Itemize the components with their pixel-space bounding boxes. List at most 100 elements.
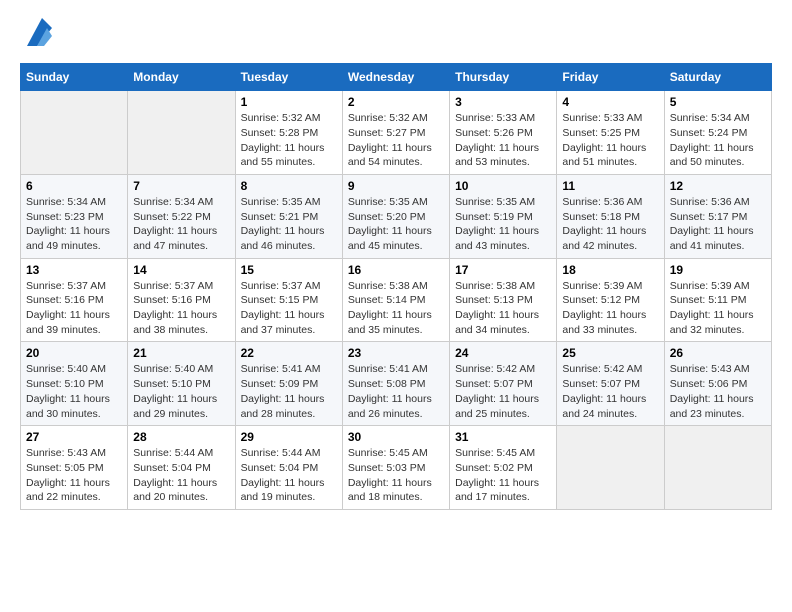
day-info: Sunrise: 5:36 AMSunset: 5:18 PMDaylight:… [562, 195, 658, 254]
day-info: Sunrise: 5:45 AMSunset: 5:02 PMDaylight:… [455, 446, 551, 505]
day-number: 6 [26, 179, 122, 193]
day-cell [557, 426, 664, 510]
calendar-table: SundayMondayTuesdayWednesdayThursdayFrid… [20, 63, 772, 510]
day-number: 5 [670, 95, 766, 109]
day-info: Sunrise: 5:35 AMSunset: 5:19 PMDaylight:… [455, 195, 551, 254]
day-info: Sunrise: 5:38 AMSunset: 5:13 PMDaylight:… [455, 279, 551, 338]
day-info: Sunrise: 5:39 AMSunset: 5:12 PMDaylight:… [562, 279, 658, 338]
day-number: 29 [241, 430, 337, 444]
week-row-3: 20Sunrise: 5:40 AMSunset: 5:10 PMDayligh… [21, 342, 772, 426]
day-info: Sunrise: 5:41 AMSunset: 5:09 PMDaylight:… [241, 362, 337, 421]
day-number: 13 [26, 263, 122, 277]
day-number: 2 [348, 95, 444, 109]
day-info: Sunrise: 5:36 AMSunset: 5:17 PMDaylight:… [670, 195, 766, 254]
day-number: 31 [455, 430, 551, 444]
day-cell: 20Sunrise: 5:40 AMSunset: 5:10 PMDayligh… [21, 342, 128, 426]
day-info: Sunrise: 5:37 AMSunset: 5:16 PMDaylight:… [133, 279, 229, 338]
day-number: 23 [348, 346, 444, 360]
day-info: Sunrise: 5:37 AMSunset: 5:16 PMDaylight:… [26, 279, 122, 338]
day-info: Sunrise: 5:42 AMSunset: 5:07 PMDaylight:… [455, 362, 551, 421]
day-info: Sunrise: 5:44 AMSunset: 5:04 PMDaylight:… [241, 446, 337, 505]
day-info: Sunrise: 5:43 AMSunset: 5:06 PMDaylight:… [670, 362, 766, 421]
day-number: 7 [133, 179, 229, 193]
page-header [20, 20, 772, 53]
day-cell: 18 Sunrise: 5:39 AMSunset: 5:12 PMDayligh… [557, 258, 664, 342]
day-cell [128, 91, 235, 175]
day-number: 27 [26, 430, 122, 444]
day-cell: 8 Sunrise: 5:35 AMSunset: 5:21 PMDaylight… [235, 174, 342, 258]
day-number: 18 [562, 263, 658, 277]
day-cell: 27 Sunrise: 5:43 AMSunset: 5:05 PMDayligh… [21, 426, 128, 510]
day-cell: 3 Sunrise: 5:33 AMSunset: 5:26 PMDaylight… [450, 91, 557, 175]
day-cell: 15Sunrise: 5:37 AMSunset: 5:15 PMDayligh… [235, 258, 342, 342]
header-cell-sunday: Sunday [21, 64, 128, 91]
day-cell: 1 Sunrise: 5:32 AMSunset: 5:28 PMDaylight… [235, 91, 342, 175]
day-info: Sunrise: 5:44 AMSunset: 5:04 PMDaylight:… [133, 446, 229, 505]
day-number: 10 [455, 179, 551, 193]
header-cell-friday: Friday [557, 64, 664, 91]
header-cell-saturday: Saturday [664, 64, 771, 91]
week-row-0: 1 Sunrise: 5:32 AMSunset: 5:28 PMDaylight… [21, 91, 772, 175]
day-info: Sunrise: 5:35 AMSunset: 5:21 PMDaylight:… [241, 195, 337, 254]
day-number: 8 [241, 179, 337, 193]
day-number: 30 [348, 430, 444, 444]
day-cell: 4 Sunrise: 5:33 AMSunset: 5:25 PMDaylight… [557, 91, 664, 175]
day-number: 3 [455, 95, 551, 109]
calendar-header: SundayMondayTuesdayWednesdayThursdayFrid… [21, 64, 772, 91]
day-cell: 2 Sunrise: 5:32 AMSunset: 5:27 PMDaylight… [342, 91, 449, 175]
day-cell: 28 Sunrise: 5:44 AMSunset: 5:04 PMDayligh… [128, 426, 235, 510]
day-number: 14 [133, 263, 229, 277]
day-number: 26 [670, 346, 766, 360]
day-cell: 11 Sunrise: 5:36 AMSunset: 5:18 PMDayligh… [557, 174, 664, 258]
day-cell: 7Sunrise: 5:34 AMSunset: 5:22 PMDaylight… [128, 174, 235, 258]
day-number: 1 [241, 95, 337, 109]
day-info: Sunrise: 5:45 AMSunset: 5:03 PMDaylight:… [348, 446, 444, 505]
header-cell-tuesday: Tuesday [235, 64, 342, 91]
day-info: Sunrise: 5:39 AMSunset: 5:11 PMDaylight:… [670, 279, 766, 338]
day-cell: 19 Sunrise: 5:39 AMSunset: 5:11 PMDayligh… [664, 258, 771, 342]
header-cell-thursday: Thursday [450, 64, 557, 91]
day-info: Sunrise: 5:32 AMSunset: 5:27 PMDaylight:… [348, 111, 444, 170]
day-info: Sunrise: 5:38 AMSunset: 5:14 PMDaylight:… [348, 279, 444, 338]
day-info: Sunrise: 5:32 AMSunset: 5:28 PMDaylight:… [241, 111, 337, 170]
day-cell: 29 Sunrise: 5:44 AMSunset: 5:04 PMDayligh… [235, 426, 342, 510]
logo-text [20, 20, 52, 53]
header-cell-wednesday: Wednesday [342, 64, 449, 91]
day-info: Sunrise: 5:43 AMSunset: 5:05 PMDaylight:… [26, 446, 122, 505]
day-info: Sunrise: 5:41 AMSunset: 5:08 PMDaylight:… [348, 362, 444, 421]
day-number: 12 [670, 179, 766, 193]
day-cell: 23 Sunrise: 5:41 AMSunset: 5:08 PMDayligh… [342, 342, 449, 426]
day-info: Sunrise: 5:34 AMSunset: 5:23 PMDaylight:… [26, 195, 122, 254]
day-number: 4 [562, 95, 658, 109]
day-number: 15 [241, 263, 337, 277]
day-info: Sunrise: 5:34 AMSunset: 5:24 PMDaylight:… [670, 111, 766, 170]
day-number: 17 [455, 263, 551, 277]
day-number: 11 [562, 179, 658, 193]
day-cell: 9Sunrise: 5:35 AMSunset: 5:20 PMDaylight… [342, 174, 449, 258]
calendar-body: 1 Sunrise: 5:32 AMSunset: 5:28 PMDaylight… [21, 91, 772, 510]
day-number: 28 [133, 430, 229, 444]
day-cell: 12 Sunrise: 5:36 AMSunset: 5:17 PMDayligh… [664, 174, 771, 258]
day-cell: 5 Sunrise: 5:34 AMSunset: 5:24 PMDaylight… [664, 91, 771, 175]
day-info: Sunrise: 5:33 AMSunset: 5:25 PMDaylight:… [562, 111, 658, 170]
day-cell: 26 Sunrise: 5:43 AMSunset: 5:06 PMDayligh… [664, 342, 771, 426]
week-row-4: 27 Sunrise: 5:43 AMSunset: 5:05 PMDayligh… [21, 426, 772, 510]
header-row: SundayMondayTuesdayWednesdayThursdayFrid… [21, 64, 772, 91]
day-cell: 17 Sunrise: 5:38 AMSunset: 5:13 PMDayligh… [450, 258, 557, 342]
day-info: Sunrise: 5:33 AMSunset: 5:26 PMDaylight:… [455, 111, 551, 170]
day-cell: 25Sunrise: 5:42 AMSunset: 5:07 PMDayligh… [557, 342, 664, 426]
day-cell: 21Sunrise: 5:40 AMSunset: 5:10 PMDayligh… [128, 342, 235, 426]
day-number: 16 [348, 263, 444, 277]
header-cell-monday: Monday [128, 64, 235, 91]
day-cell [21, 91, 128, 175]
day-cell: 16 Sunrise: 5:38 AMSunset: 5:14 PMDayligh… [342, 258, 449, 342]
day-number: 19 [670, 263, 766, 277]
week-row-1: 6 Sunrise: 5:34 AMSunset: 5:23 PMDaylight… [21, 174, 772, 258]
day-number: 24 [455, 346, 551, 360]
day-cell: 24 Sunrise: 5:42 AMSunset: 5:07 PMDayligh… [450, 342, 557, 426]
logo [20, 20, 52, 53]
day-info: Sunrise: 5:42 AMSunset: 5:07 PMDaylight:… [562, 362, 658, 421]
day-cell: 10 Sunrise: 5:35 AMSunset: 5:19 PMDayligh… [450, 174, 557, 258]
day-info: Sunrise: 5:40 AMSunset: 5:10 PMDaylight:… [26, 362, 122, 421]
week-row-2: 13 Sunrise: 5:37 AMSunset: 5:16 PMDayligh… [21, 258, 772, 342]
